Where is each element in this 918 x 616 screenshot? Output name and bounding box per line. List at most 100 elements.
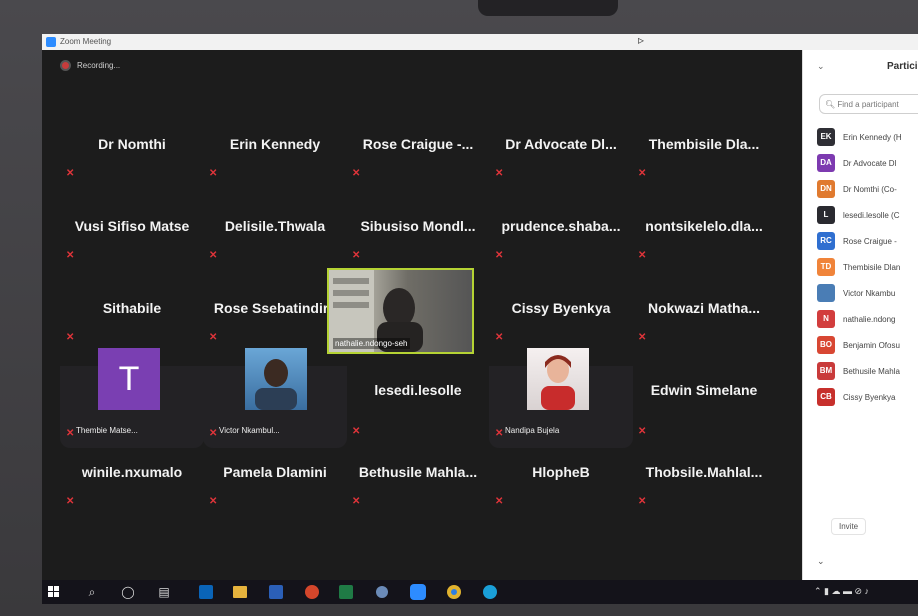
participant-name: Sibusiso Mondl...	[360, 218, 476, 234]
participant-tile[interactable]: ✕ Nandipa Bujela	[489, 348, 633, 448]
participant-list-item[interactable]: EK Erin Kennedy (H	[817, 124, 902, 150]
muted-mic-icon: ✕	[495, 496, 504, 507]
participant-list-name: nathalie.ndong	[843, 314, 896, 324]
mouse-cursor-icon: ▹	[638, 34, 645, 47]
avatar: BM	[817, 362, 835, 380]
excel-icon[interactable]	[338, 584, 354, 600]
participant-tile[interactable]: Rose Craigue -... ✕	[346, 120, 490, 202]
participant-list-name: Dr Advocate Dl	[843, 158, 897, 168]
person-silhouette-icon	[255, 359, 297, 410]
participant-name: HlopheB	[532, 464, 590, 480]
muted-mic-icon: ✕	[495, 428, 504, 439]
participant-list-item[interactable]: TD Thembisile Dlan	[817, 254, 902, 280]
avatar: BO	[817, 336, 835, 354]
participant-search-input[interactable]: 🔍︎ Find a participant	[819, 94, 918, 114]
windows-start-icon[interactable]	[46, 584, 62, 600]
zoom-app-icon[interactable]	[410, 584, 426, 600]
participant-tile[interactable]: HlopheB ✕	[489, 448, 633, 530]
chevron-down-icon[interactable]: ⌄	[817, 556, 825, 567]
meeting-area: Recording... Dr Nomthi ✕ Erin Kennedy ✕ Ro…	[42, 50, 802, 580]
muted-mic-icon: ✕	[209, 168, 218, 179]
participant-list-item[interactable]: Victor Nkambu	[817, 280, 902, 306]
cortana-icon[interactable]: ◯	[120, 584, 136, 600]
participants-panel: ⌄ Partici 🔍︎ Find a participant EK Erin K…	[802, 50, 918, 580]
participant-list-item[interactable]: BM Bethusile Mahla	[817, 358, 902, 384]
person-portrait-icon	[541, 355, 575, 410]
participant-name: nathalie.ndongo-seh	[333, 338, 410, 349]
participant-list-item[interactable]: CB Cissy Byenkya	[817, 384, 902, 410]
participant-name: Sithabile	[102, 300, 162, 316]
muted-mic-icon: ✕	[209, 250, 218, 261]
participant-name: Pamela Dlamini	[223, 464, 327, 480]
muted-mic-icon: ✕	[638, 250, 647, 261]
task-view-icon[interactable]: ▤	[156, 584, 172, 600]
system-tray[interactable]: ⌃ ▮ ☁ ▬ ⊘ ♪	[814, 586, 869, 597]
participant-tile[interactable]: Erin Kennedy ✕	[203, 120, 347, 202]
active-video-tile[interactable]: nathalie.ndongo-seh	[327, 268, 474, 354]
word-icon[interactable]	[268, 584, 284, 600]
search-icon: 🔍︎	[825, 100, 836, 109]
participant-list-item[interactable]: Llesedi.lesolle (C	[817, 202, 902, 228]
participant-tile[interactable]: ✕ Victor Nkambul...	[203, 348, 347, 448]
participant-tile[interactable]: Bethusile Mahla... ✕	[346, 448, 490, 530]
search-placeholder: Find a participant	[837, 100, 899, 109]
participant-tile[interactable]: Dr Advocate Dl... ✕	[489, 120, 633, 202]
muted-mic-icon: ✕	[638, 426, 647, 437]
participant-list-item[interactable]: BO Benjamin Ofosu	[817, 332, 902, 358]
participant-tile[interactable]: Nokwazi Matha... ✕	[632, 284, 776, 366]
powerpoint-icon[interactable]	[304, 584, 320, 600]
participant-tile[interactable]: winile.nxumalo ✕	[60, 448, 204, 530]
muted-mic-icon: ✕	[66, 250, 75, 261]
window-title: Zoom Meeting	[60, 37, 112, 46]
participant-list-name: Benjamin Ofosu	[843, 340, 900, 350]
participant-list: EK Erin Kennedy (H DA Dr Advocate Dl DN Dr …	[817, 124, 902, 410]
participant-list-name: lesedi.lesolle (C	[843, 210, 900, 220]
recording-label: Recording...	[77, 61, 121, 70]
window-titlebar: Zoom Meeting ▹	[42, 34, 918, 50]
participant-tile[interactable]: Thobsile.Mahlal... ✕	[632, 448, 776, 530]
participant-list-item[interactable]: Nnathalie.ndong	[817, 306, 902, 332]
participant-tile[interactable]: Thembisile Dla... ✕	[632, 120, 776, 202]
muted-mic-icon: ✕	[209, 332, 218, 343]
record-icon	[62, 62, 69, 69]
avatar: T	[98, 348, 160, 410]
chevron-down-icon[interactable]: ⌄	[817, 61, 825, 72]
participant-tile[interactable]: Pamela Dlamini ✕	[203, 448, 347, 530]
search-icon[interactable]: ⌕	[84, 584, 100, 600]
muted-mic-icon: ✕	[495, 250, 504, 261]
participant-tile[interactable]: Edwin Simelane ✕	[632, 366, 776, 448]
muted-mic-icon: ✕	[209, 428, 218, 439]
muted-mic-icon: ✕	[638, 496, 647, 507]
avatar: EK	[817, 128, 835, 146]
avatar: CB	[817, 388, 835, 406]
participant-name: Nandipa Bujela	[505, 426, 560, 435]
edge-icon[interactable]	[482, 584, 498, 600]
participant-list-name: Thembisile Dlan	[843, 262, 901, 272]
participant-list-item[interactable]: DA Dr Advocate Dl	[817, 150, 902, 176]
avatar: DA	[817, 154, 835, 172]
profile-photo	[245, 348, 307, 410]
participant-name: Rose Craigue -...	[362, 136, 474, 152]
webcam-housing	[478, 0, 618, 16]
participant-tile[interactable]: lesedi.lesolle ✕	[346, 366, 490, 448]
participant-name: Cissy Byenkya	[511, 300, 611, 316]
file-explorer-icon[interactable]	[232, 584, 248, 600]
participant-list-name: Rose Craigue -	[843, 236, 897, 246]
participant-list-item[interactable]: DN Dr Nomthi (Co-	[817, 176, 902, 202]
chrome-icon[interactable]	[446, 584, 462, 600]
participant-tile[interactable]: Delisile.Thwala ✕	[203, 202, 347, 284]
muted-mic-icon: ✕	[209, 496, 218, 507]
participant-tile[interactable]: Dr Nomthi ✕	[60, 120, 204, 202]
recording-indicator[interactable]: Recording...	[62, 61, 120, 70]
outlook-icon[interactable]	[198, 584, 214, 600]
participant-list-item[interactable]: RC Rose Craigue -	[817, 228, 902, 254]
participant-tile[interactable]: T ✕ Thembie Matse...	[60, 348, 204, 448]
app-icon[interactable]	[374, 584, 390, 600]
participant-tile[interactable]: Vusi Sifiso Matse ✕	[60, 202, 204, 284]
participant-tile[interactable]: nontsikelelo.dla... ✕	[632, 202, 776, 284]
muted-mic-icon: ✕	[66, 332, 75, 343]
participant-tile[interactable]: prudence.shaba... ✕	[489, 202, 633, 284]
participant-name: lesedi.lesolle	[374, 382, 462, 398]
participant-name: Rose Ssebatindira	[213, 300, 337, 316]
invite-button[interactable]: Invite	[831, 518, 867, 535]
